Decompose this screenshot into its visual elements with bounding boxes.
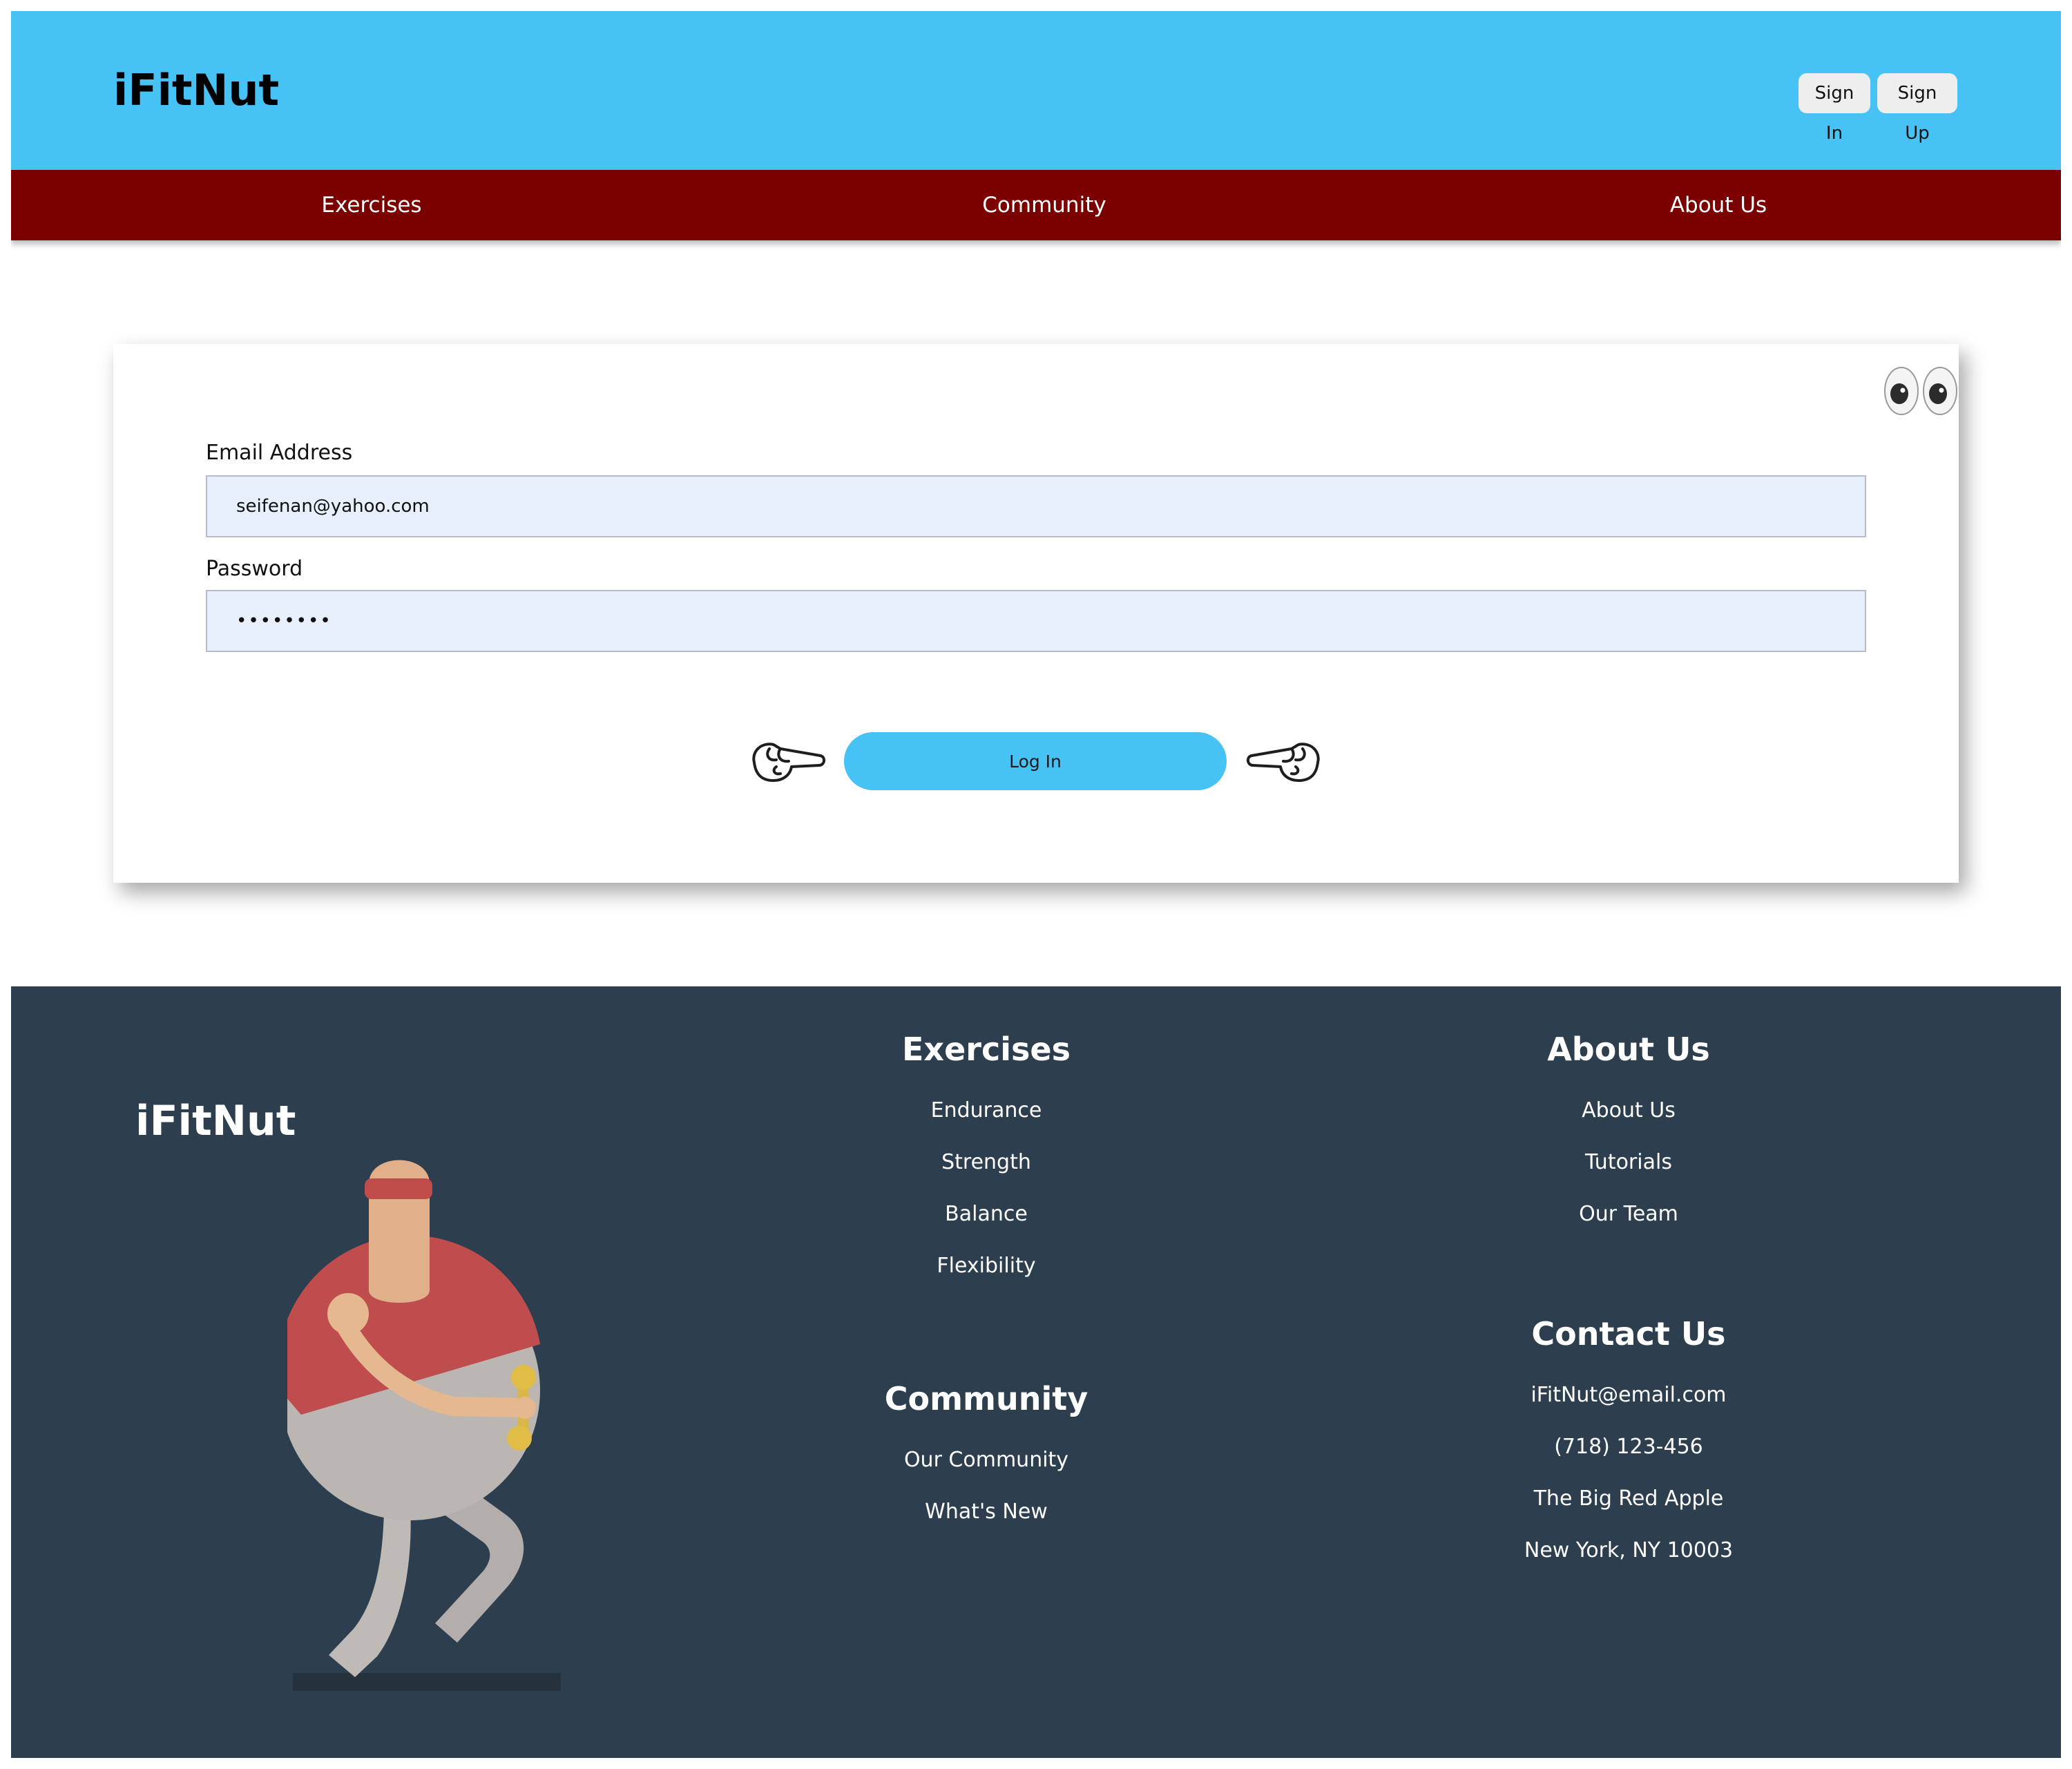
sign-up-button[interactable]: Sign Up bbox=[1877, 73, 1957, 144]
sign-in-button[interactable]: Sign In bbox=[1798, 73, 1870, 144]
main-nav: Exercises Community About Us bbox=[11, 170, 2061, 240]
footer-contact-email[interactable]: iFitNut@email.com bbox=[1421, 1369, 1836, 1421]
footer-exercises-heading: Exercises bbox=[902, 1031, 1071, 1068]
footer-contact-address-line1: The Big Red Apple bbox=[1533, 1486, 1724, 1511]
footer-community-heading: Community bbox=[884, 1380, 1088, 1417]
footer-contact-heading: Contact Us bbox=[1531, 1315, 1726, 1352]
pointing-hand-right-icon bbox=[752, 743, 825, 782]
footer-community-column: Community Our Community What's New bbox=[779, 1380, 1193, 1538]
exercising-man-illustration bbox=[287, 1160, 561, 1691]
nav-item-about-us[interactable]: About Us bbox=[1580, 170, 1857, 240]
footer-link-our-team[interactable]: Our Team bbox=[1421, 1188, 1836, 1240]
nav-item-exercises[interactable]: Exercises bbox=[233, 170, 510, 240]
nav-item-community[interactable]: Community bbox=[906, 170, 1182, 240]
password-label: Password bbox=[206, 557, 303, 581]
email-field[interactable] bbox=[206, 475, 1866, 537]
password-field[interactable] bbox=[206, 590, 1866, 652]
footer-link-flexibility[interactable]: Flexibility bbox=[779, 1240, 1193, 1292]
footer-exercises-column: Exercises Endurance Strength Balance Fle… bbox=[779, 1031, 1193, 1292]
footer-about-column: About Us About Us Tutorials Our Team bbox=[1421, 1031, 1836, 1240]
footer-about-heading: About Us bbox=[1547, 1031, 1710, 1068]
footer-link-about-us[interactable]: About Us bbox=[1421, 1084, 1836, 1136]
footer-link-whats-new[interactable]: What's New bbox=[779, 1486, 1193, 1538]
footer-link-our-community[interactable]: Our Community bbox=[779, 1434, 1193, 1486]
footer-brand: iFitNut bbox=[135, 1097, 296, 1145]
footer-link-tutorials[interactable]: Tutorials bbox=[1421, 1136, 1836, 1188]
brand-logo[interactable]: iFitNut bbox=[113, 65, 279, 115]
footer-contact-phone: (718) 123-456 bbox=[1554, 1435, 1703, 1459]
login-card: Email Address Password Log In bbox=[113, 344, 1959, 883]
footer-contact-column: Contact Us iFitNut@email.com (718) 123-4… bbox=[1421, 1315, 1836, 1576]
footer-link-strength[interactable]: Strength bbox=[779, 1136, 1193, 1188]
email-label: Email Address bbox=[206, 441, 353, 465]
eyes-icon bbox=[1884, 367, 1957, 415]
page: iFitNut Sign In Sign Up Exercises Commun… bbox=[11, 11, 2061, 1758]
footer-link-balance[interactable]: Balance bbox=[779, 1188, 1193, 1240]
log-in-button[interactable]: Log In bbox=[844, 732, 1227, 790]
pointing-hand-left-icon bbox=[1247, 743, 1320, 782]
footer-link-endurance[interactable]: Endurance bbox=[779, 1084, 1193, 1136]
site-header: iFitNut Sign In Sign Up bbox=[11, 11, 2061, 170]
footer-contact-address-line2: New York, NY 10003 bbox=[1524, 1538, 1734, 1562]
site-footer: iFitNut Exercises Endurance Strength Bal… bbox=[11, 986, 2061, 1758]
